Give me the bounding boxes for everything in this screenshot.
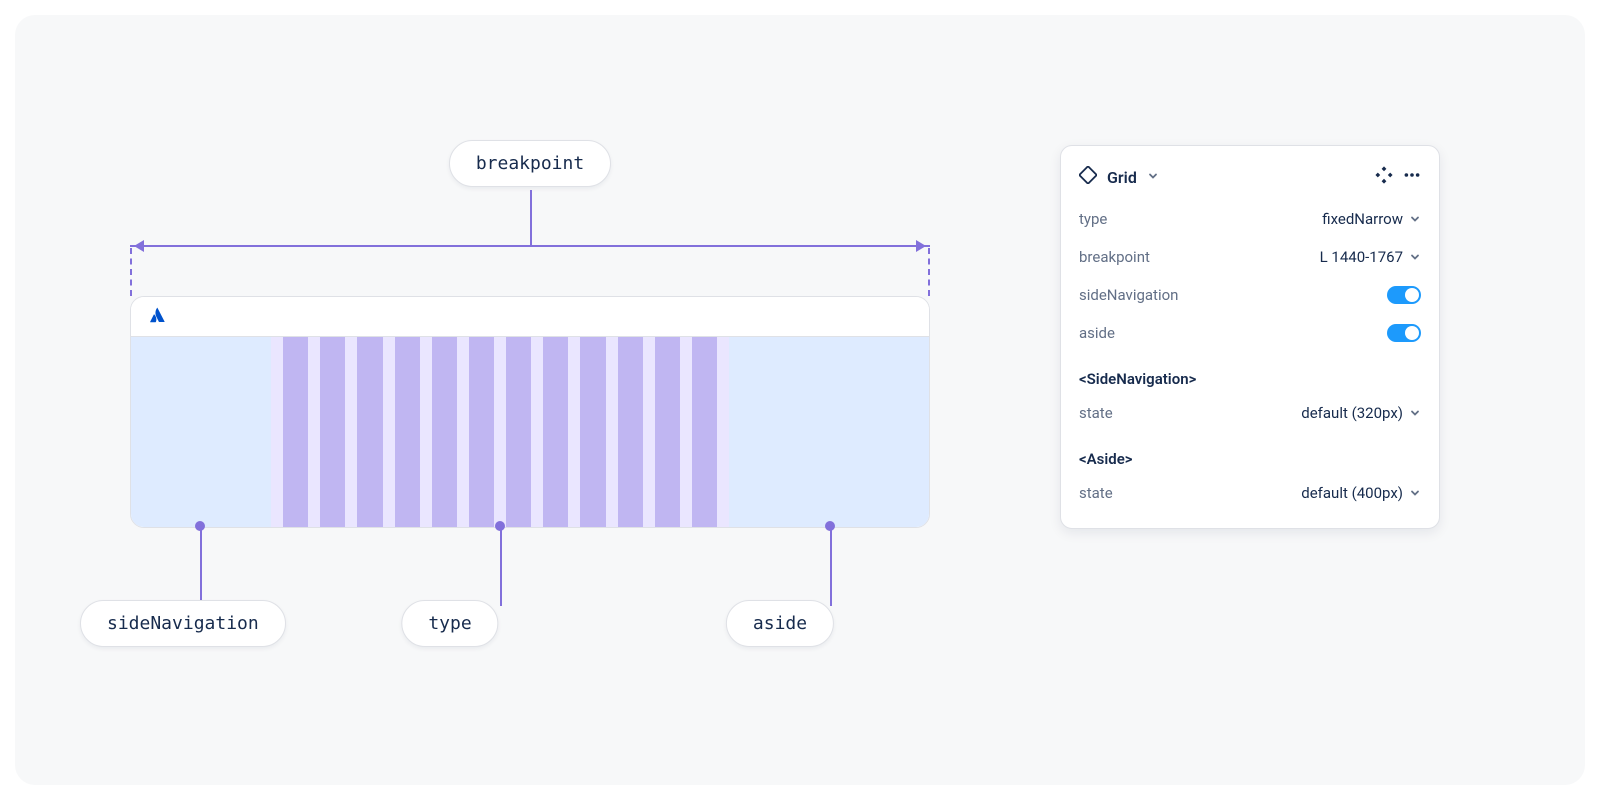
grid-column xyxy=(580,337,605,527)
sidenav-state-value: default (320px) xyxy=(1301,404,1403,422)
grid-column xyxy=(543,337,568,527)
grid-column xyxy=(395,337,420,527)
panel-header: Grid xyxy=(1061,160,1439,200)
sidenav-prop-label: sideNavigation xyxy=(1079,286,1178,304)
grid-column xyxy=(283,337,308,527)
aside-connector-dot xyxy=(825,521,835,531)
row-aside-state[interactable]: state default (400px) xyxy=(1061,474,1439,512)
side-connector-dot xyxy=(195,521,205,531)
grid-column xyxy=(357,337,382,527)
sidenav-state-label: state xyxy=(1079,404,1113,422)
grid-column xyxy=(692,337,717,527)
aside-state-label: state xyxy=(1079,484,1113,502)
breakpoint-bracket xyxy=(130,245,930,247)
breakpoint-prop-label: breakpoint xyxy=(1079,248,1150,266)
breakpoint-prop-value: L 1440-1767 xyxy=(1320,248,1403,266)
breakpoint-connector xyxy=(530,190,532,245)
breakpoint-label-pill: breakpoint xyxy=(449,140,611,187)
chevron-down-icon xyxy=(1409,407,1421,419)
section-aside-heading: <Aside> xyxy=(1061,432,1439,474)
mockup-body xyxy=(131,337,929,527)
grid-column xyxy=(506,337,531,527)
layout-mockup xyxy=(130,296,930,528)
side-navigation-label-pill: sideNavigation xyxy=(80,600,286,647)
bottom-label-row: sideNavigation type aside xyxy=(80,600,990,660)
section-side-navigation-heading: <SideNavigation> xyxy=(1061,352,1439,394)
type-connector-dot xyxy=(495,521,505,531)
type-label-pill: type xyxy=(401,600,498,647)
row-aside: aside xyxy=(1061,314,1439,352)
aside-connector xyxy=(830,526,832,606)
atlassian-logo-icon xyxy=(149,306,167,328)
sidenav-toggle[interactable] xyxy=(1387,286,1421,304)
region-side-navigation xyxy=(131,337,271,527)
row-side-navigation: sideNavigation xyxy=(1061,276,1439,314)
side-connector xyxy=(200,526,202,606)
type-prop-label: type xyxy=(1079,210,1107,228)
type-connector xyxy=(500,526,502,606)
breakpoint-dashed-left xyxy=(130,248,132,296)
top-label-row: breakpoint xyxy=(130,140,930,187)
grid-column xyxy=(655,337,680,527)
mockup-top-bar xyxy=(131,297,929,337)
grid-column xyxy=(320,337,345,527)
aside-prop-label: aside xyxy=(1079,324,1115,342)
region-aside xyxy=(729,337,929,527)
aside-state-value: default (400px) xyxy=(1301,484,1403,502)
chevron-down-icon xyxy=(1409,213,1421,225)
grid-column xyxy=(618,337,643,527)
chevron-down-icon xyxy=(1409,487,1421,499)
breakpoint-dashed-right xyxy=(928,248,930,296)
component-set-icon[interactable] xyxy=(1375,166,1393,188)
component-diamond-icon xyxy=(1079,166,1097,188)
type-prop-value: fixedNarrow xyxy=(1322,210,1403,228)
properties-panel: Grid type fixedNarrow breakpoint L 1440-… xyxy=(1060,145,1440,529)
grid-column xyxy=(469,337,494,527)
more-menu-icon[interactable] xyxy=(1403,166,1421,188)
grid-column xyxy=(432,337,457,527)
aside-label-pill: aside xyxy=(726,600,834,647)
panel-title: Grid xyxy=(1107,168,1137,187)
row-breakpoint[interactable]: breakpoint L 1440-1767 xyxy=(1061,238,1439,276)
aside-toggle[interactable] xyxy=(1387,324,1421,342)
chevron-down-icon xyxy=(1409,251,1421,263)
row-sidenav-state[interactable]: state default (320px) xyxy=(1061,394,1439,432)
region-type-grid xyxy=(271,337,729,527)
canvas: breakpoint xyxy=(15,15,1585,785)
row-type[interactable]: type fixedNarrow xyxy=(1061,200,1439,238)
chevron-down-icon[interactable] xyxy=(1147,168,1159,186)
